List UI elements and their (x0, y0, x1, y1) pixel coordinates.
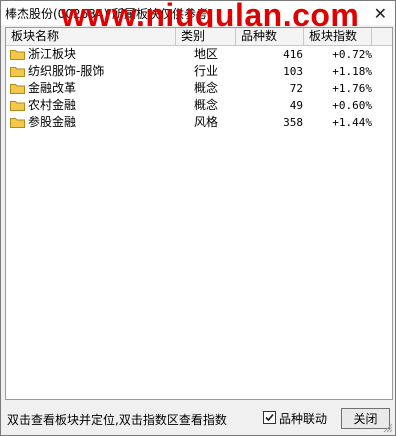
sector-count: 416 (283, 48, 303, 61)
close-icon[interactable]: ✕ (374, 4, 387, 23)
sector-index[interactable]: +0.72% (312, 46, 372, 63)
header-sector-name[interactable]: 板块名称 (6, 28, 176, 45)
folder-icon (10, 67, 25, 77)
sector-count: 358 (283, 116, 303, 129)
table-row[interactable]: 纺织服饰-服饰 行业 103 +1.18% (6, 63, 392, 80)
sector-count: 72 (289, 82, 303, 95)
sector-name: 纺织服饰-服饰 (28, 64, 105, 78)
table-row[interactable]: 农村金融 概念 49 +0.60% (6, 97, 392, 114)
folder-icon (10, 84, 25, 94)
linkage-checkbox[interactable] (263, 411, 276, 424)
sector-name: 浙江板块 (28, 47, 77, 61)
header-index[interactable]: 板块指数 (304, 28, 372, 45)
header-count[interactable]: 品种数 (236, 28, 304, 45)
sector-name: 金融改革 (28, 81, 77, 95)
sector-dialog: 棒杰股份(002634) 所属板块仅供参考 www.niugulan.com ✕… (0, 0, 396, 436)
folder-icon (10, 118, 25, 128)
sector-count: 103 (283, 65, 303, 78)
title-bar[interactable]: 棒杰股份(002634) 所属板块仅供参考 www.niugulan.com ✕ (1, 0, 395, 33)
sector-index[interactable]: +1.18% (312, 63, 372, 80)
resize-grip-icon[interactable] (383, 423, 393, 433)
sector-count: 49 (289, 99, 303, 112)
sector-list[interactable]: 板块名称 类别 品种数 板块指数 浙江板块 地区 416 +0.72% 纺织服饰… (5, 27, 393, 400)
sector-category: 风格 (194, 115, 219, 129)
sector-index[interactable]: +0.60% (312, 97, 372, 114)
list-header: 板块名称 类别 品种数 板块指数 (6, 28, 392, 46)
folder-icon (10, 101, 25, 111)
status-hint: 双击查看板块并定位,双击指数区查看指数 (7, 413, 227, 427)
table-row[interactable]: 参股金融 风格 358 +1.44% (6, 114, 392, 131)
table-row[interactable]: 金融改革 概念 72 +1.76% (6, 80, 392, 97)
sector-index[interactable]: +1.76% (312, 80, 372, 97)
sector-category: 概念 (194, 98, 219, 112)
sector-name: 参股金融 (28, 115, 77, 129)
linkage-checkbox-label[interactable]: 品种联动 (279, 410, 327, 427)
folder-icon (10, 50, 25, 60)
sector-name: 农村金融 (28, 98, 77, 112)
sector-category: 地区 (194, 47, 219, 61)
checkmark-icon (265, 413, 274, 422)
header-category[interactable]: 类别 (176, 28, 236, 45)
sector-category: 行业 (194, 64, 219, 78)
sector-index[interactable]: +1.44% (312, 114, 372, 131)
table-row[interactable]: 浙江板块 地区 416 +0.72% (6, 46, 392, 63)
sector-category: 概念 (194, 81, 219, 95)
